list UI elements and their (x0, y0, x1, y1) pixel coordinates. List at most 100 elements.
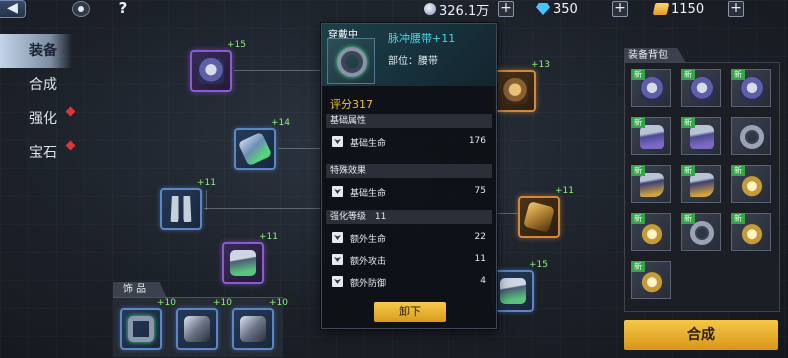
section-enhance-level: 强化等级 11 (326, 210, 492, 224)
equipment-bag: 新 新 新 新 新 新 新 新 新 新 新 新 (624, 62, 780, 312)
amulet-icon (740, 173, 764, 197)
accessories-tab: 饰 品 (113, 282, 167, 298)
add-crystal-button[interactable]: + (498, 1, 514, 17)
new-badge: 新 (631, 117, 645, 128)
slot-level: +15 (529, 260, 548, 270)
accessory-slot-bracer[interactable]: +10 (176, 298, 232, 350)
equip-slot-armor[interactable]: +13 (494, 60, 550, 112)
bag-item[interactable]: 新 (681, 165, 721, 203)
resource-ticket: 1150 + (652, 0, 744, 18)
item-part: 部位：腰带 (388, 56, 438, 67)
bag-item[interactable]: 新 (681, 213, 721, 251)
back-button[interactable]: ◀ (0, 0, 26, 18)
resource-diamond: 350 + (536, 0, 628, 18)
ring-icon (128, 316, 154, 342)
heart-icon (332, 232, 343, 243)
bag-item[interactable]: 新 (631, 117, 671, 155)
tooltip-header: 穿戴中 脉冲腰带+11 部位：腰带 (322, 24, 496, 86)
bag-item[interactable]: 新 (731, 165, 771, 203)
armor-icon (502, 78, 528, 104)
stat-row: 额外攻击 11 (332, 252, 492, 268)
diamond-value: 350 (553, 1, 578, 17)
shoes-icon (500, 278, 526, 304)
equip-slot-boots[interactable]: +11 (222, 232, 278, 284)
boots-icon (230, 250, 256, 276)
add-ticket-button[interactable]: + (728, 1, 744, 17)
slot-link (496, 213, 518, 214)
helmet-icon (690, 77, 714, 101)
ring-icon (690, 221, 714, 245)
bag-item[interactable]: 新 (631, 261, 671, 299)
stat-row: 基础生命 75 (332, 184, 492, 200)
slot-level: +11 (197, 178, 216, 188)
item-tooltip: 穿戴中 脉冲腰带+11 部位：腰带 评分317 基础属性 基础生命 176 特殊… (321, 23, 497, 329)
boots-icon (640, 173, 664, 197)
amulet-icon (640, 221, 664, 245)
stat-row: 基础生命 176 (332, 134, 492, 150)
home-button[interactable] (72, 1, 90, 17)
stat-row: 额外生命 22 (332, 230, 492, 246)
bag-item[interactable]: 新 (731, 213, 771, 251)
bag-item[interactable]: 新 (681, 117, 721, 155)
sword-icon (332, 254, 343, 265)
accessory-slot-ring[interactable]: +10 (120, 298, 176, 350)
tooltip-item-frame (327, 38, 375, 84)
equip-slot-shoes[interactable]: +15 (492, 260, 548, 312)
nav-item-enhance[interactable]: 强化 (0, 102, 76, 136)
new-badge: 新 (731, 165, 745, 176)
resource-crystal: 326.1万 + (424, 0, 514, 19)
bag-item[interactable] (731, 117, 771, 155)
glove-icon (640, 125, 664, 149)
slot-level: +10 (213, 298, 232, 308)
new-badge: 新 (631, 165, 645, 176)
crystal-value: 326.1万 (439, 3, 490, 19)
helmet-icon (198, 58, 224, 84)
bag-item[interactable]: 新 (631, 213, 671, 251)
accessory-slot-brooch[interactable]: +10 (232, 298, 288, 350)
slot-link (234, 70, 328, 71)
equip-slot-gauntlet[interactable]: +11 (518, 186, 574, 238)
equip-slot-pants[interactable]: +11 (160, 178, 216, 230)
bag-item[interactable]: 新 (631, 69, 671, 107)
equip-slot-helmet[interactable]: +15 (190, 40, 246, 92)
amulet-icon (740, 221, 764, 245)
brooch-icon (240, 316, 266, 342)
ticket-value: 1150 (671, 1, 705, 17)
bag-item[interactable]: 新 (731, 69, 771, 107)
left-nav: 装备 合成 强化 宝石 (0, 34, 76, 170)
bag-item[interactable]: 新 (681, 69, 721, 107)
help-button[interactable]: ? (114, 0, 132, 17)
nav-item-equipment[interactable]: 装备 (0, 34, 72, 68)
nav-item-synthesis[interactable]: 合成 (0, 68, 72, 102)
crystal-icon (424, 3, 436, 15)
shield-icon (332, 276, 343, 287)
item-name: 脉冲腰带+11 (388, 32, 456, 45)
slot-level: +10 (269, 298, 288, 308)
new-badge: 新 (681, 117, 695, 128)
new-badge: 新 (731, 69, 745, 80)
back-arrow-icon: ◀ (7, 0, 18, 16)
new-badge: 新 (681, 69, 695, 80)
compose-button[interactable]: 合成 (624, 320, 778, 350)
new-badge: 新 (681, 165, 695, 176)
new-badge: 新 (681, 213, 695, 224)
section-base-attributes: 基础属性 (326, 114, 492, 128)
new-badge: 新 (631, 261, 645, 272)
belt-icon (740, 125, 764, 149)
nav-item-gem[interactable]: 宝石 (0, 136, 76, 170)
top-bar: ◀ ? 326.1万 + 350 + 1150 + (0, 0, 788, 20)
slot-level: +11 (259, 232, 278, 242)
slot-level: +13 (531, 60, 550, 70)
ticket-icon (652, 3, 670, 15)
armor-icon (690, 125, 714, 149)
bag-item[interactable]: 新 (631, 165, 671, 203)
slot-link (204, 208, 322, 209)
helmet-icon (640, 77, 664, 101)
belt-icon (337, 47, 367, 77)
add-diamond-button[interactable]: + (612, 1, 628, 17)
slot-level: +14 (271, 118, 290, 128)
new-badge: 新 (631, 69, 645, 80)
unequip-button[interactable]: 卸下 (374, 302, 446, 322)
section-special-effects: 特殊效果 (326, 164, 492, 178)
equip-slot-glove[interactable]: +14 (234, 118, 290, 170)
